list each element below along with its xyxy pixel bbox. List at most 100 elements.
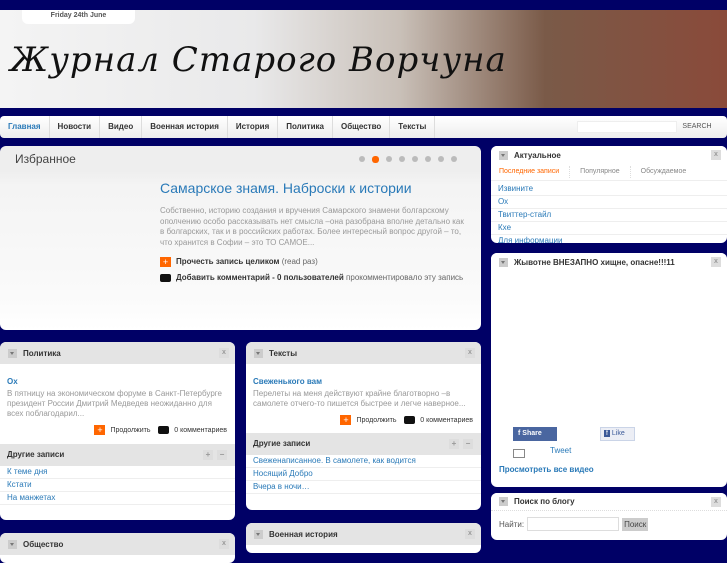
panel-title: Военная история xyxy=(269,529,338,539)
continue-link[interactable]: Продолжить xyxy=(356,417,396,424)
collapse-icon[interactable] xyxy=(254,529,263,539)
comments-link[interactable]: 0 комментариев xyxy=(420,417,473,424)
shrink-button[interactable]: − xyxy=(463,439,473,449)
blog-search-input[interactable] xyxy=(527,517,620,531)
list-item[interactable]: Свеженаписанное. В самолете, как водится xyxy=(246,455,481,468)
read-more-row: + Прочесть запись целиком (read раз) xyxy=(160,257,318,267)
nav-news[interactable]: Новости xyxy=(50,116,101,138)
list-item[interactable]: Твиттер-стайл xyxy=(491,209,727,222)
military-history-panel: Военная история x xyxy=(246,523,481,553)
nav-society[interactable]: Общество xyxy=(333,116,391,138)
featured-excerpt: Собственно, историю создания и вручения … xyxy=(160,206,464,247)
email-icon[interactable] xyxy=(513,449,525,458)
read-more-link[interactable]: Прочесть запись целиком xyxy=(176,257,279,266)
slide-dot-active[interactable] xyxy=(372,156,379,163)
site-logo[interactable]: Журнал Старого Ворчуна xyxy=(10,40,507,80)
panel-title: Жывотне ВНЕЗАПНО хищне, опасне!!!11 xyxy=(514,257,675,267)
close-icon[interactable]: x xyxy=(711,497,721,507)
view-all-videos-link[interactable]: Просмотреть все видео xyxy=(499,465,594,474)
close-icon[interactable]: x xyxy=(219,539,229,549)
post-actions: + Продолжить 0 комментариев xyxy=(0,422,235,438)
nav-home[interactable]: Главная xyxy=(0,116,50,138)
search-button[interactable]: SEARCH xyxy=(677,121,717,133)
society-panel: Общество x xyxy=(0,533,235,563)
slide-dot[interactable] xyxy=(399,156,405,162)
post-excerpt: Перелеты на меня действуют крайне благот… xyxy=(253,389,466,408)
panel-title: Общество xyxy=(23,539,64,549)
collapse-icon[interactable] xyxy=(499,257,508,267)
expand-button[interactable]: + xyxy=(449,439,459,449)
close-icon[interactable]: x xyxy=(711,257,721,267)
tab-latest[interactable]: Последние записи xyxy=(499,166,571,178)
facebook-icon: f xyxy=(604,430,610,437)
comments-link[interactable]: 0 комментариев xyxy=(174,427,227,434)
list-item[interactable]: Извините xyxy=(491,183,727,196)
shrink-button[interactable]: − xyxy=(217,450,227,460)
list-item[interactable]: Ох xyxy=(491,196,727,209)
nav-video[interactable]: Видео xyxy=(100,116,143,138)
collapse-icon[interactable] xyxy=(499,150,508,160)
nav-military-history[interactable]: Военная история xyxy=(142,116,228,138)
other-posts-title: Другие записи xyxy=(253,439,311,448)
texts-panel: Тексты x Свеженького вам Перелеты на меня… xyxy=(246,342,481,510)
plus-icon: + xyxy=(160,257,171,267)
slide-dot[interactable] xyxy=(451,156,457,162)
blog-search-panel: Поиск по блогу x Найти: Поиск xyxy=(491,493,727,540)
list-item[interactable]: К теме дня xyxy=(0,466,235,479)
close-icon[interactable]: x xyxy=(219,348,229,358)
list-item[interactable]: На манжетах xyxy=(0,492,235,505)
list-item[interactable]: Носящий Добро xyxy=(246,468,481,481)
tab-discussed[interactable]: Обсуждаемое xyxy=(631,166,697,178)
slide-dot[interactable] xyxy=(412,156,418,162)
collapse-icon[interactable] xyxy=(254,348,263,358)
read-count: (read раз) xyxy=(281,257,318,267)
featured-panel: Избранное Самарское знамя. Наброски к ис… xyxy=(0,146,481,330)
list-item[interactable]: Для информации xyxy=(491,235,727,243)
list-item[interactable]: Вчера в ночи… xyxy=(246,481,481,494)
add-comment-link[interactable]: Добавить комментарий - 0 пользователей xyxy=(176,273,344,282)
comment-icon xyxy=(404,416,416,424)
nav-politics[interactable]: Политика xyxy=(278,116,333,138)
list-item[interactable]: Кстати xyxy=(0,479,235,492)
comment-icon xyxy=(158,426,170,434)
collapse-icon[interactable] xyxy=(8,539,17,549)
expand-button[interactable]: + xyxy=(203,450,213,460)
facebook-share-button[interactable]: f Share xyxy=(513,427,557,441)
site-search: SEARCH xyxy=(577,121,717,133)
panel-title: Политика xyxy=(23,348,61,358)
nav-texts[interactable]: Тексты xyxy=(390,116,436,138)
featured-post-title[interactable]: Самарское знамя. Наброски к истории xyxy=(160,180,412,196)
close-icon[interactable]: x xyxy=(465,529,475,539)
post-title[interactable]: Ох xyxy=(0,364,235,386)
comment-icon xyxy=(160,273,171,282)
slide-dot[interactable] xyxy=(386,156,392,162)
post-excerpt: В пятницу на экономическом форуме в Санк… xyxy=(7,389,222,418)
tab-popular[interactable]: Популярное xyxy=(570,166,631,178)
actual-panel: Актуальное x Последние записи Популярное … xyxy=(491,146,727,243)
panel-title: Актуальное xyxy=(514,150,561,160)
slide-dot[interactable] xyxy=(438,156,444,162)
nav-history[interactable]: История xyxy=(228,116,279,138)
blog-search-button[interactable]: Поиск xyxy=(622,517,649,531)
collapse-icon[interactable] xyxy=(8,348,17,358)
share-label: Share xyxy=(522,430,542,437)
close-icon[interactable]: x xyxy=(711,150,721,160)
close-icon[interactable]: x xyxy=(465,348,475,358)
collapse-icon[interactable] xyxy=(499,497,508,506)
actual-tabs: Последние записи Популярное Обсуждаемое xyxy=(491,164,727,181)
post-title[interactable]: Свеженького вам xyxy=(246,364,481,386)
tweet-button[interactable]: Tweet xyxy=(550,446,571,455)
comment-row: Добавить комментарий - 0 пользователей п… xyxy=(160,273,463,282)
continue-link[interactable]: Продолжить xyxy=(110,427,150,434)
slide-dot[interactable] xyxy=(359,156,365,162)
video-header: Жывотне ВНЕЗАПНО хищне, опасне!!!11 x xyxy=(491,253,727,271)
slide-dot[interactable] xyxy=(425,156,431,162)
panel-title: Тексты xyxy=(269,348,298,358)
politics-header: Политика x xyxy=(0,342,235,364)
search-input[interactable] xyxy=(577,121,677,133)
facebook-like-button[interactable]: f Like xyxy=(600,427,635,441)
main-nav: Главная Новости Видео Военная история Ис… xyxy=(0,116,727,138)
other-posts-header: Другие записи + − xyxy=(246,433,481,455)
other-posts-title: Другие записи xyxy=(7,450,65,459)
list-item[interactable]: Кхе xyxy=(491,222,727,235)
